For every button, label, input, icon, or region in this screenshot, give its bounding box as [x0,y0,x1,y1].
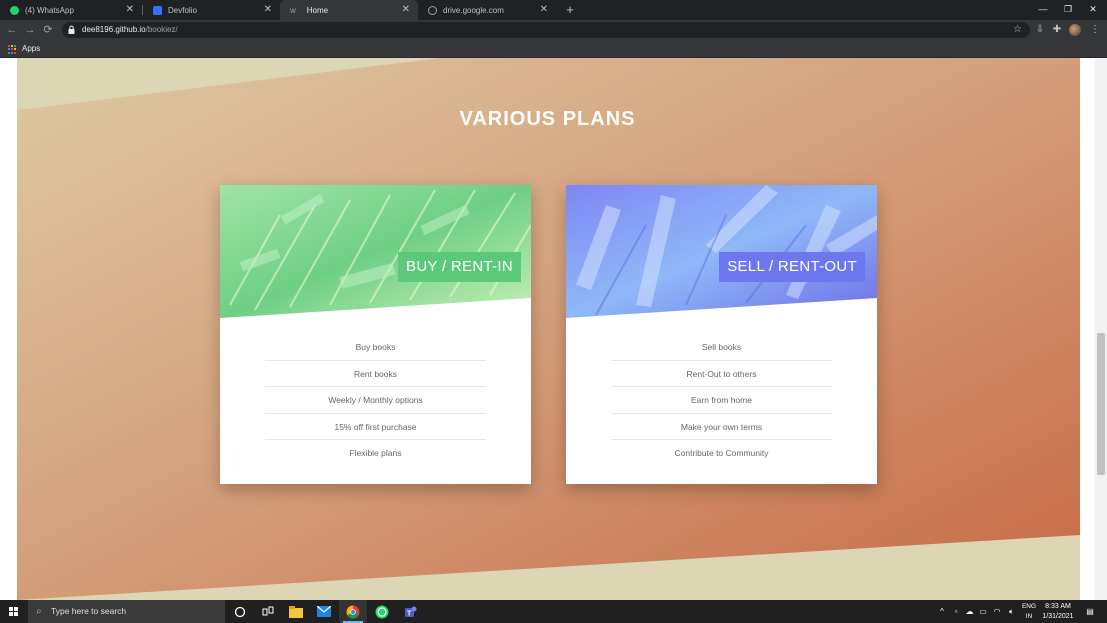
scrollbar-thumb[interactable] [1097,333,1105,475]
show-hidden-icons[interactable]: ^ [936,600,948,623]
tab-title: Home [306,5,329,15]
plan-badge: SELL / RENT-OUT [719,252,865,282]
onedrive-icon[interactable]: ☁ [963,600,976,623]
cortana-icon[interactable] [226,600,254,623]
extension-icon[interactable]: ⇩ [1032,20,1048,40]
tab-title: (4) WhatsApp [25,5,74,15]
minimize-icon[interactable]: — [1030,0,1056,20]
list-item: 15% off first purchase [265,414,486,440]
notifications-icon[interactable]: ▤ [1082,600,1098,623]
puzzle-icon[interactable]: ✚ [1049,20,1065,40]
avatar[interactable] [1069,24,1081,36]
page-icon: ᴡ [290,5,296,15]
windows-start-icon[interactable] [0,600,28,623]
url-path: /bookiez/ [145,25,178,34]
plan-card-buy: BUY / RENT-IN Buy books Rent books Weekl… [220,185,531,484]
list-item: Sell books [611,334,832,361]
whatsapp-icon [10,5,19,15]
section-title: VARIOUS PLANS [459,108,636,130]
search-placeholder: Type here to search [51,606,127,616]
battery-icon[interactable]: ▭ [977,600,989,623]
list-item: Rent-Out to others [611,361,832,387]
clock-date: 1/31/2021 [1042,612,1074,620]
bookmark-star-icon[interactable]: ☆ [1013,22,1022,38]
feature-list: Buy books Rent books Weekly / Monthly op… [265,334,486,467]
lang-region: IN [1025,612,1033,620]
list-item: Weekly / Monthly options [265,387,486,414]
list-item: Earn from home [611,387,832,414]
search-icon: ⌕ [36,606,42,617]
task-view-icon[interactable] [254,600,282,623]
close-window-icon[interactable]: ✕ [1080,0,1106,20]
list-item: Flexible plans [349,448,402,458]
tab-devfolio[interactable]: Devfolio ✕ [143,0,280,20]
devfolio-icon [153,5,162,15]
url-text: dee8196.github.io/bookiez/ [82,22,178,38]
tab-strip: (4) WhatsApp ✕ Devfolio ✕ ᴡ Home ✕ drive… [0,0,1107,20]
taskbar: ⌕ Type here to search T ^ ▫ ☁ ▭ ◠ 🔈︎ ENG… [0,600,1107,623]
plan-card-sell: SELL / RENT-OUT Sell books Rent-Out to o… [566,185,877,484]
tab-whatsapp[interactable]: (4) WhatsApp ✕ [0,0,142,20]
clock-time: 8:33 AM [1045,603,1071,610]
whatsapp-icon[interactable] [368,600,396,623]
restore-icon[interactable]: ❐ [1055,0,1081,20]
close-icon[interactable]: ✕ [264,5,272,15]
apps-grid-icon[interactable] [8,45,17,54]
lang-code: ENG [1021,603,1037,610]
close-icon[interactable]: ✕ [540,5,548,15]
url-host: dee8196.github.io [82,25,146,34]
reload-icon[interactable]: ⟳ [40,20,56,40]
section-background [17,58,1080,600]
list-item: Rent books [265,361,486,387]
browser-toolbar: ← → ⟳ dee8196.github.io/bookiez/ ☆ [0,20,1107,40]
tab-drive[interactable]: drive.google.com ✕ [418,0,556,20]
list-item: Make your own terms [611,414,832,440]
svg-text:T: T [407,610,412,617]
mail-icon[interactable] [310,600,338,623]
back-icon[interactable]: ← [4,20,20,40]
close-icon[interactable]: ✕ [126,5,134,15]
list-item: Buy books [265,334,486,361]
page-viewport: VARIOUS PLANS BUY / RENT-IN Buy books Re… [0,58,1107,600]
lock-icon [68,25,75,34]
forward-icon[interactable]: → [22,20,38,40]
close-icon[interactable]: ✕ [402,5,410,15]
list-item: Contribute to Community [674,448,769,458]
teams-icon[interactable]: T [396,600,424,623]
address-bar[interactable]: dee8196.github.io/bookiez/ ☆ [62,22,1030,38]
taskbar-search-box[interactable]: ⌕ Type here to search [28,600,225,623]
device-icon[interactable]: ▫ [950,600,962,623]
bookmarks-bar: Apps [0,40,1107,58]
tab-title: drive.google.com [443,5,504,15]
file-explorer-icon[interactable] [282,600,310,623]
feature-list: Sell books Rent-Out to others Earn from … [611,334,832,467]
wifi-icon[interactable]: ◠ [991,600,1003,623]
plan-badge: BUY / RENT-IN [398,252,521,282]
new-tab-button[interactable]: + [563,0,577,20]
tab-title: Devfolio [168,5,197,15]
globe-icon [428,5,437,15]
chrome-icon[interactable] [339,600,367,623]
apps-shortcut[interactable]: Apps [22,40,40,58]
system-clock[interactable]: 8:33 AM 1/31/2021 [1038,602,1078,621]
tab-home[interactable]: ᴡ Home ✕ [280,0,418,20]
volume-icon[interactable]: 🔈︎ [1005,600,1018,623]
menu-icon[interactable]: ⋮ [1087,20,1103,40]
input-language[interactable]: ENG IN [1020,602,1038,621]
vertical-scrollbar[interactable] [1095,58,1107,600]
